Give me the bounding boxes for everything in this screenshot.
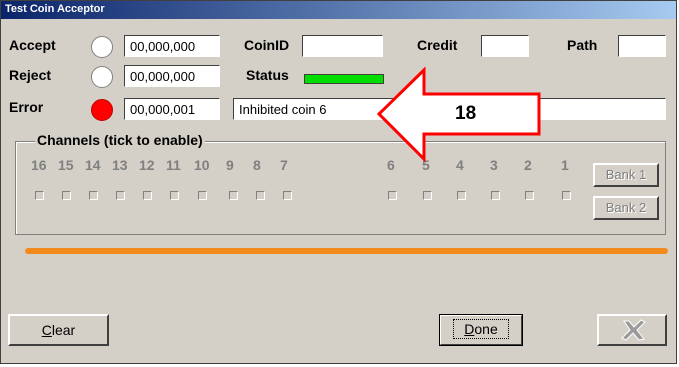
error-indicator: [91, 99, 113, 121]
channel-1-checkbox[interactable]: [562, 191, 571, 200]
channel-7-checkbox[interactable]: [283, 191, 292, 200]
status-indicator: [304, 74, 384, 84]
channel-14-label: 14: [85, 157, 101, 173]
channel-3-label: 3: [490, 157, 498, 173]
path-label: Path: [567, 37, 598, 53]
channel-6-label: 6: [387, 157, 395, 173]
accept-count-field: 00,000,000: [124, 35, 220, 57]
clear-button[interactable]: Clear: [8, 314, 109, 346]
channel-4-label: 4: [456, 157, 464, 173]
channel-12-checkbox[interactable]: [143, 191, 152, 200]
test-coin-acceptor-window: Test Coin Acceptor Accept 00,000,000 Coi…: [0, 0, 677, 364]
bank-1-button[interactable]: Bank 1: [593, 163, 659, 187]
title-bar: Test Coin Acceptor: [1, 1, 676, 19]
channel-13-checkbox[interactable]: [116, 191, 125, 200]
channel-6-checkbox[interactable]: [388, 191, 397, 200]
credit-label: Credit: [417, 37, 458, 53]
channel-16-checkbox[interactable]: [35, 191, 44, 200]
channel-16-label: 16: [31, 157, 47, 173]
channel-15-checkbox[interactable]: [62, 191, 71, 200]
channels-title: Channels (tick to enable): [35, 132, 205, 148]
channel-4-checkbox[interactable]: [457, 191, 466, 200]
channel-5-checkbox[interactable]: [423, 191, 432, 200]
error-label: Error: [9, 99, 44, 115]
cancel-button[interactable]: [597, 314, 667, 346]
channel-9-checkbox[interactable]: [229, 191, 238, 200]
reject-indicator: [91, 66, 113, 88]
channel-2-label: 2: [524, 157, 532, 173]
channel-8-checkbox[interactable]: [256, 191, 265, 200]
clear-mnemonic: C: [41, 322, 52, 338]
channel-10-label: 10: [194, 157, 210, 173]
accept-label: Accept: [9, 37, 56, 53]
channel-11-label: 11: [166, 157, 181, 173]
done-button[interactable]: Done: [439, 314, 523, 346]
channel-1-label: 1: [561, 157, 569, 173]
channel-10-checkbox[interactable]: [198, 191, 207, 200]
channel-2-checkbox[interactable]: [525, 191, 534, 200]
done-label: one: [474, 321, 498, 337]
clear-label: lear: [51, 322, 76, 338]
channel-9-label: 9: [226, 157, 234, 173]
coinid-label: CoinID: [244, 37, 290, 53]
done-mnemonic: D: [464, 321, 475, 337]
status-label: Status: [246, 67, 289, 83]
separator-bar: [25, 248, 668, 254]
channel-3-checkbox[interactable]: [491, 191, 500, 200]
channel-7-label: 7: [280, 157, 288, 173]
channels-groupbox: [15, 141, 666, 235]
error-count-field: 00,000,001: [124, 98, 220, 120]
accept-indicator: [91, 36, 113, 58]
channel-5-label: 5: [422, 157, 430, 173]
channel-13-label: 13: [112, 157, 128, 173]
channel-15-label: 15: [58, 157, 74, 173]
coinid-field: [302, 35, 383, 57]
channel-8-label: 8: [253, 157, 261, 173]
path-field: [618, 35, 666, 57]
cancel-x-icon: [621, 319, 646, 341]
done-focus-rect: Done: [453, 319, 509, 339]
credit-field: [481, 35, 529, 57]
window-title: Test Coin Acceptor: [5, 3, 105, 15]
annotation-number: 18: [455, 103, 477, 124]
error-message-field: Inhibited coin 6: [233, 98, 666, 120]
channel-14-checkbox[interactable]: [89, 191, 98, 200]
reject-label: Reject: [9, 67, 52, 83]
reject-count-field: 00,000,000: [124, 65, 220, 87]
bank-2-button[interactable]: Bank 2: [593, 196, 659, 220]
channel-12-label: 12: [139, 157, 155, 173]
channel-11-checkbox[interactable]: [170, 191, 179, 200]
